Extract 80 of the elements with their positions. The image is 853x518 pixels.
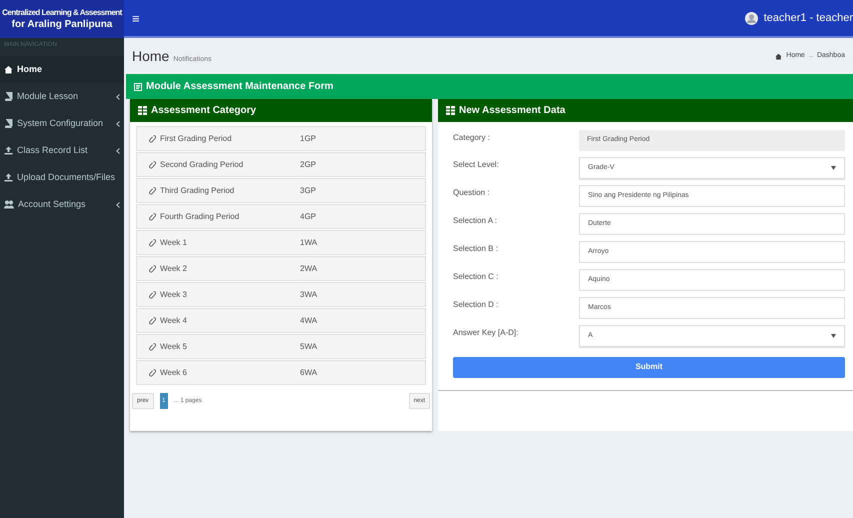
- user-name[interactable]: teacher1 - teacher: [764, 10, 853, 26]
- category-code: 2GP: [300, 158, 316, 170]
- category-row[interactable]: Third Grading Period 3GP: [136, 178, 426, 203]
- link-icon: [149, 160, 156, 168]
- dropdown-icon: [831, 166, 836, 170]
- sidebar-item[interactable]: Class Record List: [0, 137, 124, 164]
- page-title: Home: [132, 46, 170, 66]
- field-label: Answer Key [A-D]:: [453, 327, 520, 339]
- link-icon: [149, 238, 156, 246]
- upload-icon: [4, 173, 13, 182]
- form-icon: [134, 82, 142, 90]
- category-row[interactable]: Week 3 3WA: [136, 282, 426, 307]
- link-icon: [149, 186, 156, 194]
- book-icon: [4, 119, 13, 128]
- category-row[interactable]: Week 2 2WA: [136, 256, 426, 281]
- category-name: Week 3: [160, 288, 188, 300]
- category-code: 3GP: [300, 184, 316, 196]
- field-label: Question :: [453, 187, 490, 199]
- category-name: Fourth Grading Period: [160, 210, 240, 222]
- link-icon: [149, 290, 156, 298]
- submit-button[interactable]: Submit: [453, 356, 845, 378]
- category-row[interactable]: Fourth Grading Period 4GP: [136, 204, 426, 229]
- field-label: Selection A :: [453, 215, 498, 227]
- category-row[interactable]: Week 6 6WA: [136, 360, 426, 385]
- sidebar-item[interactable]: Account Settings: [0, 191, 124, 218]
- category-row[interactable]: First Grading Period 1GP: [136, 126, 426, 151]
- category-name: Week 5: [160, 340, 188, 352]
- link-icon: [149, 342, 156, 350]
- category-code: 5WA: [300, 340, 318, 352]
- field-label: Selection B :: [453, 243, 499, 255]
- link-icon: [149, 264, 156, 272]
- grid-icon: [138, 106, 147, 115]
- chevron-left-icon: [116, 120, 120, 126]
- users-icon: [4, 200, 14, 209]
- sidebar-item[interactable]: Upload Documents/Files: [0, 164, 124, 191]
- category-code: 4GP: [300, 210, 316, 222]
- panel-title: Assessment Category: [151, 104, 256, 118]
- dropdown-icon: [831, 334, 836, 338]
- category-name: First Grading Period: [160, 132, 233, 144]
- home-icon: [775, 52, 782, 60]
- home-icon: [4, 65, 13, 74]
- sidebar-item[interactable]: Module Lesson: [0, 83, 124, 110]
- chevron-left-icon: [116, 148, 120, 154]
- form-title: Module Assessment Maintenance Form: [146, 80, 334, 94]
- field-label: Select Level:: [453, 159, 500, 171]
- category-row[interactable]: Week 5 5WA: [136, 334, 426, 359]
- category-name: Week 2: [160, 262, 188, 274]
- chevron-left-icon: [116, 94, 120, 100]
- sidebar-item[interactable]: System Configuration: [0, 110, 124, 137]
- sidebar-item[interactable]: Home: [0, 56, 124, 83]
- category-code: 3WA: [300, 288, 318, 300]
- category-code: 1GP: [300, 132, 316, 144]
- grid-icon: [446, 106, 455, 115]
- app-title: Centralized Learning & Assessment: [2, 7, 122, 19]
- category-name: Week 1: [160, 236, 188, 248]
- avatar-icon: [744, 12, 758, 24]
- link-icon: [149, 316, 156, 324]
- chevron-left-icon: [116, 202, 120, 208]
- panel-title: New Assessment Data: [459, 104, 566, 118]
- category-row[interactable]: Week 4 4WA: [136, 308, 426, 333]
- category-code: 1WA: [300, 236, 318, 248]
- link-icon: [149, 134, 156, 142]
- field-label: Selection C :: [453, 271, 500, 283]
- link-icon: [149, 212, 156, 220]
- link-icon: [149, 368, 156, 376]
- category-name: Third Grading Period: [160, 184, 236, 196]
- menu-button[interactable]: ≡: [132, 12, 140, 24]
- category-row[interactable]: Second Grading Period 2GP: [136, 152, 426, 177]
- category-code: 6WA: [300, 366, 318, 378]
- upload-icon: [4, 146, 13, 155]
- field-label: Selection D :: [453, 299, 500, 311]
- category-name: Second Grading Period: [160, 158, 244, 170]
- field-label: Category :: [453, 132, 491, 144]
- category-code: 4WA: [300, 314, 318, 326]
- category-row[interactable]: Week 1 1WA: [136, 230, 426, 255]
- category-name: Week 4: [160, 314, 188, 326]
- book-icon: [4, 92, 13, 101]
- category-code: 2WA: [300, 262, 318, 274]
- category-name: Week 6: [160, 366, 188, 378]
- app-title: for Araling Panlipuna: [12, 19, 112, 31]
